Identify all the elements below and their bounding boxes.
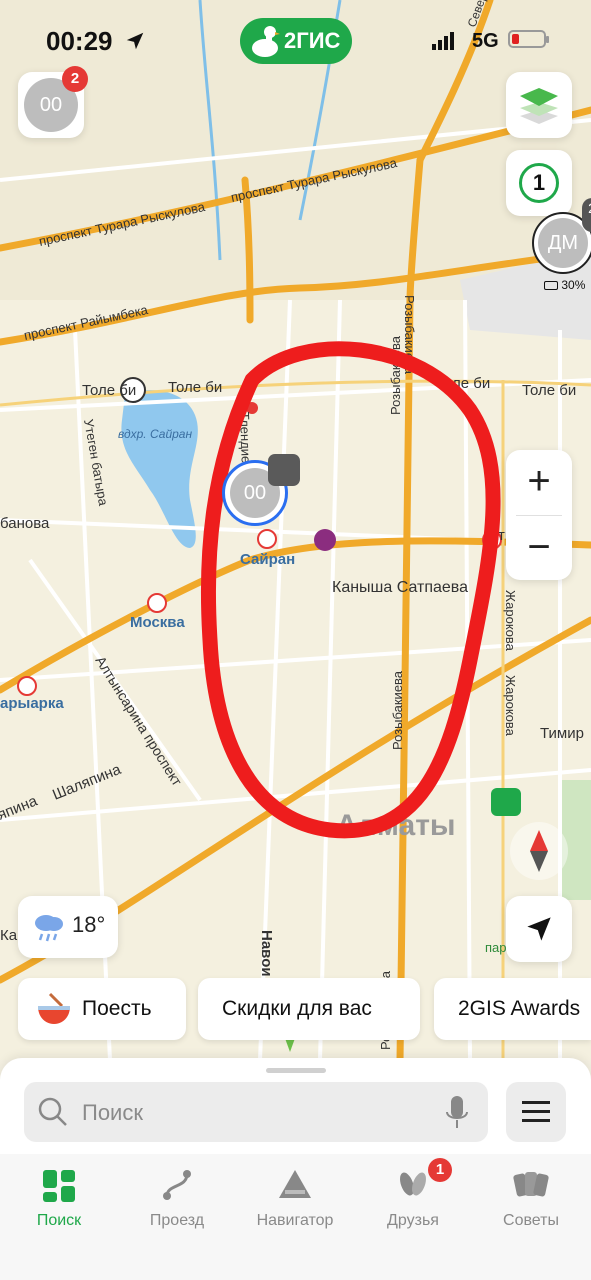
food-bowl-icon [38, 992, 70, 1024]
profile-button[interactable]: 00 2 [18, 66, 88, 138]
tab-search[interactable]: Поиск [0, 1162, 118, 1242]
grid-icon [43, 1170, 75, 1202]
sheet-grabber[interactable] [266, 1068, 326, 1073]
friend-avatar: ДМ [538, 218, 588, 268]
map-label: Сайран [240, 551, 295, 568]
weather-temp: 18° [72, 912, 106, 937]
search-input[interactable] [80, 1082, 424, 1144]
map-label: Каныша Сатпаева [332, 579, 468, 596]
menu-button[interactable] [506, 1082, 566, 1142]
brand-name: 2ГИС [284, 28, 341, 53]
battery-icon [508, 30, 549, 48]
layers-icon [520, 88, 558, 124]
zoom-controls: + − [506, 450, 572, 580]
map-label: Розыбакиева [388, 335, 403, 415]
pill-awards[interactable]: 2GIS Awards [434, 978, 591, 1040]
map-label: Розыбакиева [390, 670, 405, 750]
microphone-icon[interactable] [446, 1096, 468, 1130]
map-label: Толе би [168, 379, 222, 396]
bottom-sheet: Поиск Проезд Навигатор 1 Друзья Советы [0, 1058, 591, 1280]
pill-eat[interactable]: Поесть [18, 978, 186, 1040]
search-icon [38, 1097, 67, 1126]
network-type: 5G [472, 30, 499, 52]
zoom-in-button[interactable]: + [506, 450, 572, 515]
map-label: арыарка [0, 695, 64, 712]
cards-icon [513, 1172, 549, 1197]
map-label: Ка [0, 927, 18, 944]
status-bar: 00:29 2ГИС 5G [0, 18, 591, 64]
map-label: Тимир [540, 725, 584, 742]
tab-tips[interactable]: Советы [472, 1162, 590, 1242]
battery-small-icon [544, 281, 558, 291]
route-icon [163, 1170, 191, 1200]
tab-navigator[interactable]: Навигатор [236, 1162, 354, 1242]
tab-bar: Поиск Проезд Навигатор 1 Друзья Советы [0, 1154, 591, 1280]
status-time: 00:29 [46, 26, 113, 56]
navigation-arrow-icon [527, 917, 551, 941]
location-arrow-icon [126, 32, 144, 50]
compass-button[interactable] [510, 822, 568, 880]
quick-categories: Поесть Скидки для вас 2GIS Awards [0, 978, 591, 1044]
brand-pill[interactable]: 2ГИС [240, 18, 352, 64]
goose-logo-icon [252, 26, 280, 57]
counter-value: 1 [519, 163, 559, 203]
tab-route[interactable]: Проезд [118, 1162, 236, 1242]
friends-badge: 1 [428, 1158, 452, 1182]
map-label: банова [0, 515, 50, 532]
map-label: Жарокова [503, 590, 518, 652]
search-bar[interactable] [24, 1082, 488, 1144]
weather-widget[interactable]: 18° [18, 896, 118, 958]
my-status-icon [268, 454, 300, 486]
map-label: Навои [258, 930, 275, 977]
map-label: Толе би [522, 382, 576, 399]
friends-icon [400, 1172, 426, 1196]
locate-me-button[interactable] [506, 896, 572, 962]
rain-cloud-icon [35, 915, 63, 942]
friend-marker[interactable]: ДМ 2 30% [532, 198, 591, 292]
compass-icon [530, 830, 548, 872]
map-label: Толе би [82, 382, 136, 399]
pill-discounts[interactable]: Скидки для вас [198, 978, 420, 1040]
friend-mini-badge: 2 [582, 198, 591, 232]
map-label: вдхр. Сайран [118, 427, 192, 441]
tab-friends[interactable]: 1 Друзья [354, 1158, 472, 1242]
map-label: Москва [130, 614, 185, 631]
layers-button[interactable] [506, 72, 572, 138]
map-label: Жарокова [503, 675, 518, 737]
hamburger-icon [522, 1101, 550, 1122]
zoom-out-button[interactable]: − [506, 516, 572, 581]
notification-badge: 2 [62, 66, 88, 92]
navigator-icon [279, 1170, 311, 1198]
signal-icon [432, 32, 456, 50]
map-label: пар [485, 940, 507, 955]
friend-battery: 30% [544, 278, 585, 292]
counter-button[interactable]: 1 [506, 150, 572, 216]
